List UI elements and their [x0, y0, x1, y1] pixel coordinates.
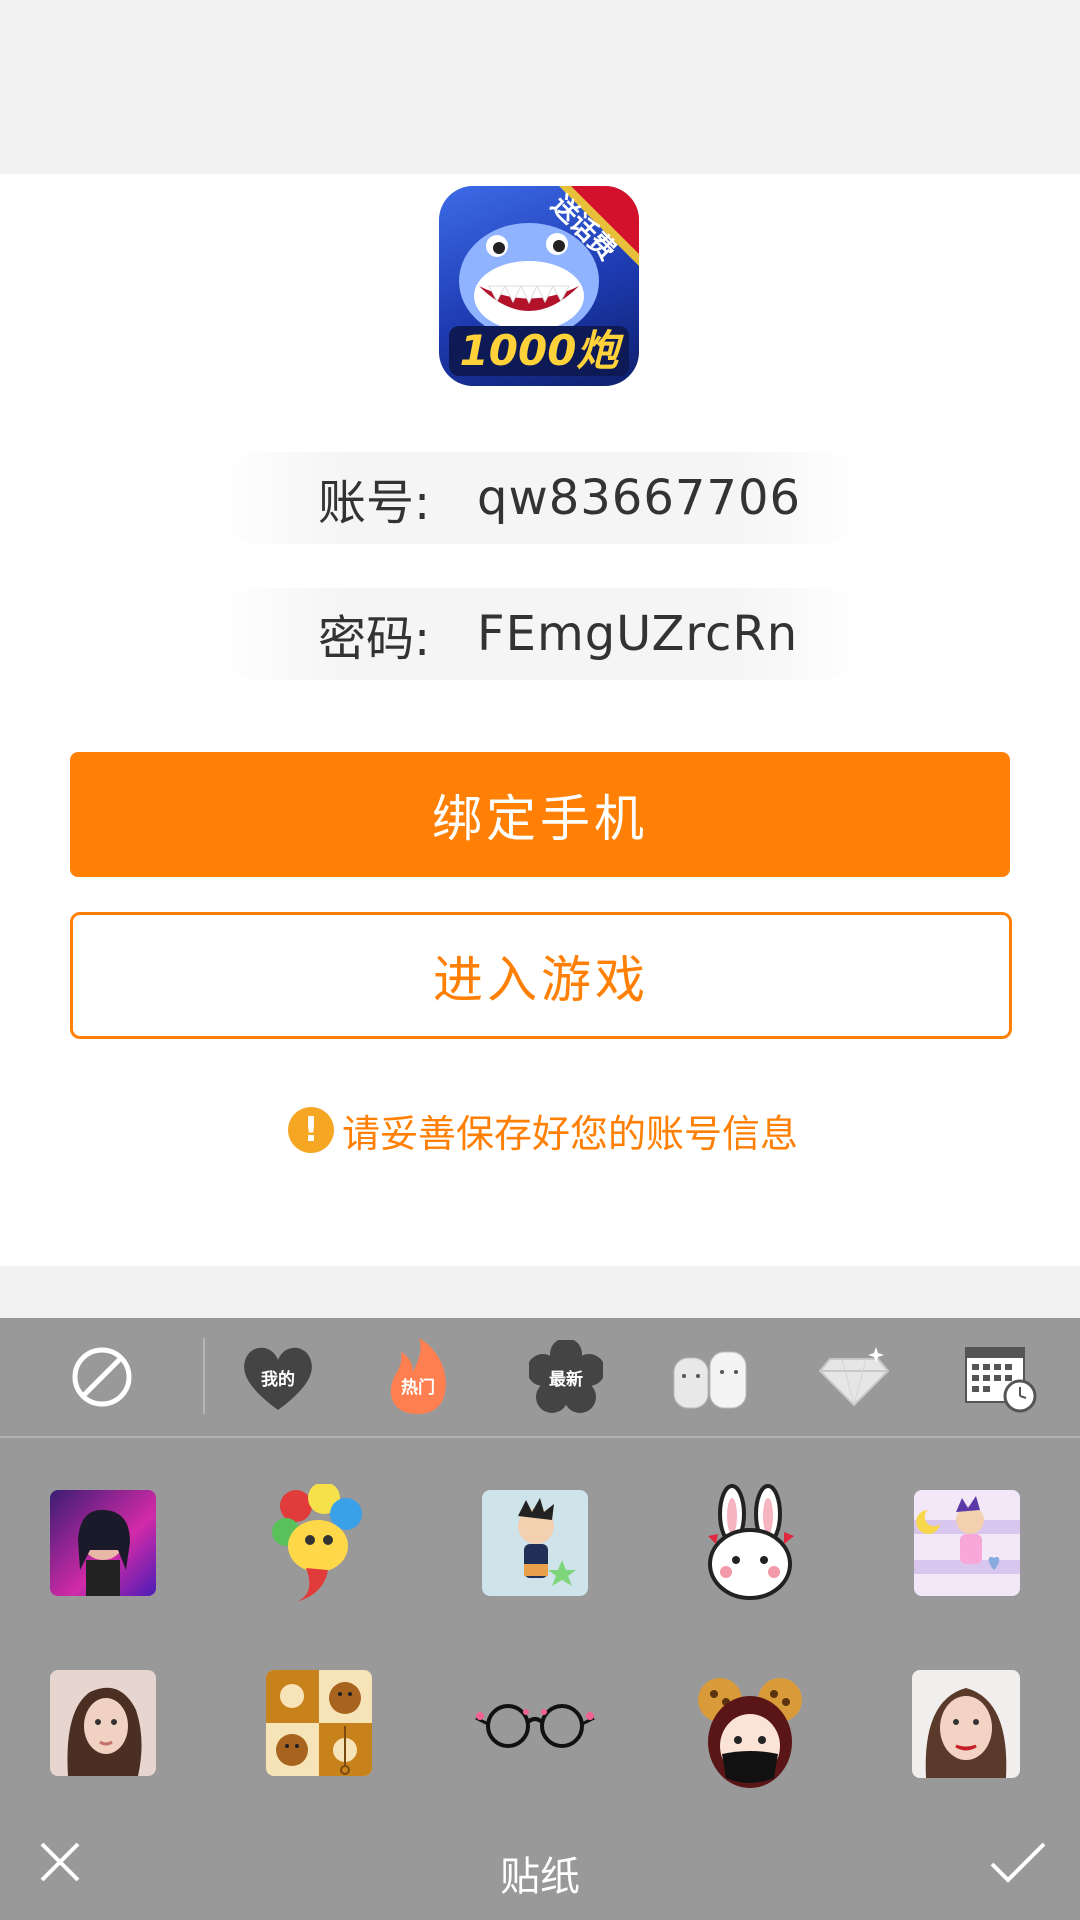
- sticker-flower-fish[interactable]: [266, 1484, 366, 1604]
- check-icon: [990, 1842, 1046, 1883]
- tab-label-my: 我的: [261, 1369, 295, 1390]
- sticker-bunny-face[interactable]: [700, 1484, 800, 1604]
- password-label: 密码:: [318, 611, 431, 667]
- tab-label-new: 最新: [549, 1369, 583, 1390]
- tabbar-divider: [0, 1436, 1080, 1438]
- warning-notice: ! 请妥善保存好您的账号信息: [288, 1100, 798, 1160]
- warning-icon: !: [288, 1107, 334, 1153]
- bind-phone-button[interactable]: 绑定手机: [70, 752, 1010, 877]
- warning-text: 请妥善保存好您的账号信息: [342, 1111, 799, 1156]
- top-spacer: [0, 0, 1080, 174]
- password-value: FEmgUZrcRn: [477, 606, 799, 662]
- enter-game-button[interactable]: 进入游戏: [70, 912, 1012, 1039]
- tab-divider: [203, 1338, 205, 1414]
- app-icon: 送话费 1000炮: [439, 186, 639, 386]
- sticker-panel-title: 贴纸: [500, 1854, 580, 1900]
- icon-caption-text: 1000炮: [459, 326, 619, 375]
- account-field: 账号: qw83667706: [214, 452, 866, 544]
- bears-icon[interactable]: [670, 1340, 750, 1414]
- confirm-button[interactable]: [988, 1838, 1048, 1886]
- password-field: 密码: FEmgUZrcRn: [214, 588, 866, 680]
- sticker-masked-girl[interactable]: [694, 1670, 806, 1794]
- hot-flame-icon[interactable]: 热门: [378, 1338, 458, 1414]
- sticker-tabbar: 我的 热门 最新: [0, 1318, 1080, 1436]
- sticker-woman-portrait[interactable]: [912, 1670, 1020, 1778]
- sticker-glasses[interactable]: [470, 1684, 600, 1764]
- none-icon[interactable]: [62, 1340, 142, 1414]
- diamond-icon[interactable]: [814, 1340, 894, 1414]
- account-label: 账号:: [318, 475, 431, 531]
- sticker-rilakkuma[interactable]: [266, 1670, 372, 1776]
- new-flower-icon[interactable]: 最新: [526, 1340, 606, 1414]
- sticker-neon-girl[interactable]: [50, 1490, 156, 1596]
- sticker-girl-portrait[interactable]: [50, 1670, 156, 1776]
- sticker-panel: 我的 热门 最新 贴纸: [0, 1318, 1080, 1920]
- account-value: qw83667706: [477, 470, 802, 526]
- sticker-astro-boy[interactable]: [482, 1490, 588, 1596]
- sticker-astro-boy-pastel[interactable]: [914, 1490, 1020, 1596]
- my-heart-icon[interactable]: 我的: [238, 1340, 318, 1414]
- tab-label-hot: 热门: [401, 1377, 435, 1398]
- calendar-clock-icon[interactable]: [960, 1340, 1040, 1414]
